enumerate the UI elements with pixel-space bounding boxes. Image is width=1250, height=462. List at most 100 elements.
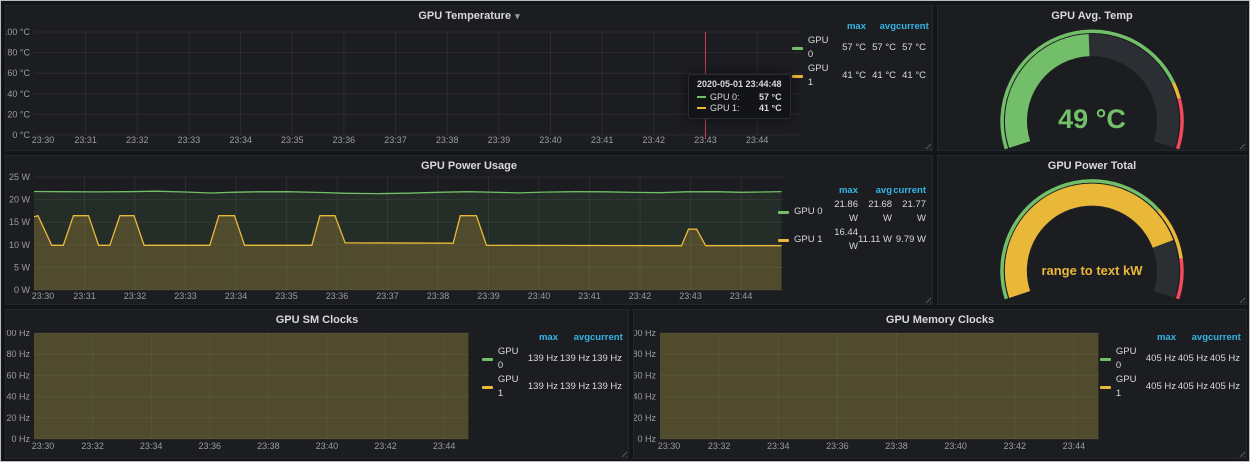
legend-value-cell: 405 Hz (1208, 380, 1240, 394)
legend-series-row[interactable]: GPU 0405 Hz405 Hz405 Hz (1100, 345, 1240, 373)
legend-column-header[interactable]: avg (558, 331, 590, 345)
y-axis-tick-label: 40 °C (7, 89, 30, 99)
panel-title-text: GPU Power Usage (421, 160, 517, 172)
x-axis-tick-label: 23:36 (333, 135, 356, 145)
legend-value-cell: 57 °C (896, 41, 926, 55)
legend-column-header[interactable]: max (836, 20, 866, 34)
legend-column-header[interactable]: current (590, 331, 622, 345)
series-color-dash (1100, 358, 1111, 361)
legend-column-header[interactable]: max (824, 184, 858, 198)
y-axis-tick-label: 25 W (9, 172, 31, 182)
legend-column-header[interactable]: avg (1176, 331, 1208, 345)
series-color-dash (482, 358, 493, 361)
x-axis-tick-label: 23:30 (658, 441, 681, 451)
legend-column-header[interactable]: max (1144, 331, 1176, 345)
x-axis-tick-label: 23:32 (81, 441, 104, 451)
chevron-down-icon: ▾ (515, 11, 520, 21)
x-axis-tick-label: 23:32 (708, 441, 731, 451)
legend-series-row[interactable]: GPU 116.44 W11.11 W9.79 W (778, 226, 926, 254)
y-axis-tick-label: 40 Hz (634, 392, 656, 402)
legend-value-cell: 41 °C (896, 69, 926, 83)
y-axis-tick-label: 80 Hz (6, 349, 30, 359)
x-axis-tick-label: 23:40 (944, 441, 967, 451)
x-axis-tick-label: 23:42 (1003, 441, 1026, 451)
x-axis-tick-label: 23:31 (73, 291, 96, 301)
legend-column-header[interactable]: avg (866, 20, 896, 34)
panel-title-gpu-sm-clocks[interactable]: GPU SM Clocks (6, 310, 628, 330)
x-axis-tick-label: 23:40 (528, 291, 551, 301)
legend-series-row[interactable]: GPU 021.86 W21.68 W21.77 W (778, 198, 926, 226)
gpu-power-usage-legend: maxavgcurrentGPU 021.86 W21.68 W21.77 WG… (778, 184, 926, 254)
y-axis-tick-label: 10 W (9, 240, 31, 250)
legend-series-row[interactable]: GPU 0139 Hz139 Hz139 Hz (482, 345, 622, 373)
legend-value-cell: 139 Hz (590, 352, 622, 366)
x-axis-tick-label: 23:37 (376, 291, 399, 301)
legend-value-cell: 21.77 W (892, 198, 926, 226)
legend-column-header[interactable]: current (1208, 331, 1240, 345)
series-group (34, 330, 468, 439)
x-axis-tick-label: 23:38 (885, 441, 908, 451)
tooltip-series-name: GPU 1: (710, 103, 740, 113)
legend-value-cell: 139 Hz (526, 380, 558, 394)
x-axis-tick-label: 23:34 (225, 291, 248, 301)
legend-series-row[interactable]: GPU 057 °C57 °C57 °C (792, 34, 926, 62)
y-axis-tick-label: 20 °C (7, 109, 30, 119)
x-axis-tick-label: 23:44 (433, 441, 456, 451)
y-axis-tick-label: 20 W (9, 195, 31, 205)
y-axis-tick-label: 60 Hz (634, 370, 656, 380)
y-axis-tick-label: 20 Hz (6, 413, 30, 423)
panel-title-text: GPU Avg. Temp (1051, 10, 1133, 22)
tooltip-timestamp: 2020-05-01 23:44:48 (697, 79, 782, 89)
y-axis-tick-label: 15 W (9, 217, 31, 227)
panel-gpu-power-usage: GPU Power Usage 25 W20 W15 W10 W5 W0 W23… (5, 155, 933, 305)
y-axis-tick-label: 100 Hz (6, 330, 30, 338)
x-axis-tick-label: 23:41 (591, 135, 614, 145)
x-axis-tick-label: 23:41 (578, 291, 601, 301)
y-axis-tick-label: 40 Hz (6, 392, 30, 402)
legend-column-header[interactable]: max (526, 331, 558, 345)
grid-lines (34, 32, 801, 135)
y-axis-tick-label: 80 °C (7, 48, 30, 58)
legend-column-header[interactable]: current (892, 184, 926, 198)
panel-title-text: GPU Temperature (418, 10, 511, 22)
x-axis-tick-label: 23:44 (730, 291, 753, 301)
legend-value-cell: 139 Hz (558, 352, 590, 366)
x-axis-tick-label: 23:30 (32, 441, 55, 451)
x-axis-tick-label: 23:34 (140, 441, 163, 451)
legend-series-row[interactable]: GPU 1139 Hz139 Hz139 Hz (482, 373, 622, 401)
legend-value-cell: 11.11 W (858, 233, 892, 247)
x-axis-tick-label: 23:40 (539, 135, 562, 145)
legend-value-cell: 405 Hz (1144, 380, 1176, 394)
legend-value-cell: 139 Hz (526, 352, 558, 366)
x-axis-tick-label: 23:42 (374, 441, 397, 451)
tooltip-row: GPU 1: 41 °C (697, 103, 782, 113)
series-color-dash (697, 96, 706, 98)
x-axis-tick-label: 23:34 (767, 441, 790, 451)
series-fill (660, 330, 1098, 439)
x-axis-tick-label: 23:31 (74, 135, 97, 145)
y-axis-tick-label: 60 Hz (6, 370, 30, 380)
panel-title-gpu-memory-clocks[interactable]: GPU Memory Clocks (634, 310, 1246, 330)
legend-column-header[interactable]: avg (858, 184, 892, 198)
x-axis-tick-label: 23:44 (1063, 441, 1086, 451)
x-axis-tick-label: 23:36 (826, 441, 849, 451)
y-axis-tick-label: 0 W (14, 285, 31, 295)
legend-series-row[interactable]: GPU 141 °C41 °C41 °C (792, 62, 926, 90)
y-axis-tick-label: 20 Hz (634, 413, 656, 423)
panel-title-text: GPU SM Clocks (276, 314, 359, 326)
series-group (660, 330, 1098, 439)
grafana-dashboard: GPU Temperature▾ 100 °C80 °C60 °C40 °C20… (0, 0, 1250, 462)
graph-tooltip: 2020-05-01 23:44:48 GPU 0: 57 °C GPU 1: … (688, 74, 791, 119)
legend-value-cell: 9.79 W (892, 233, 926, 247)
gauge-gpu-power-total (938, 172, 1246, 304)
x-axis-tick-label: 23:30 (32, 135, 55, 145)
x-axis-tick-label: 23:44 (746, 135, 769, 145)
series-fill (34, 330, 468, 439)
legend-value-cell: 57 °C (866, 41, 896, 55)
legend-header-row: maxavgcurrent (482, 331, 622, 345)
legend-column-header[interactable]: current (896, 20, 926, 34)
x-axis-tick-label: 23:42 (643, 135, 666, 145)
series-color-dash (482, 386, 493, 389)
legend-series-row[interactable]: GPU 1405 Hz405 Hz405 Hz (1100, 373, 1240, 401)
legend-value-cell: 139 Hz (558, 380, 590, 394)
